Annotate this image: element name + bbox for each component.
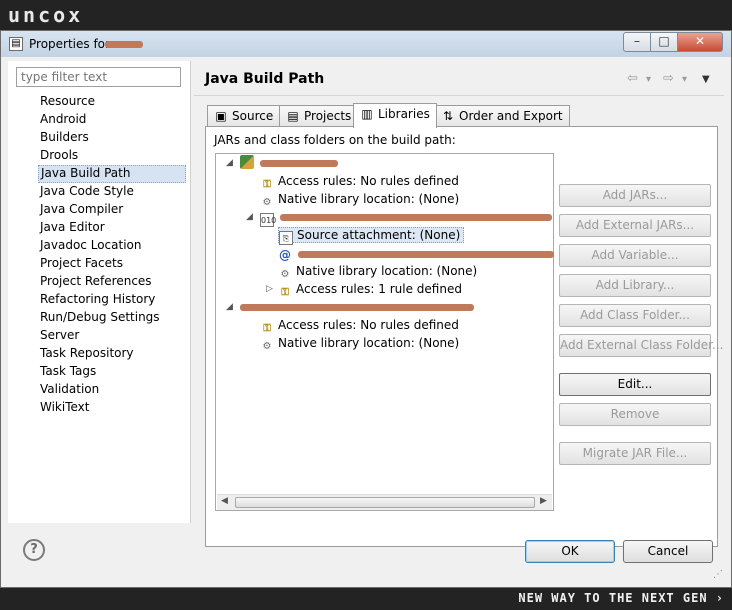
nav-item-wikitext[interactable]: WikiText <box>38 399 186 417</box>
scrollbar-thumb[interactable] <box>235 497 535 508</box>
nav-item-javadoc-location[interactable]: Javadoc Location <box>38 237 186 255</box>
expand-toggle-icon[interactable]: ▷ <box>266 284 276 294</box>
remove-button[interactable]: Remove <box>559 403 711 426</box>
add-jars-button[interactable]: Add JARs... <box>559 184 711 207</box>
tab-projects[interactable]: ▤ Projects <box>279 105 359 127</box>
horizontal-scrollbar[interactable]: ◀ ▶ <box>217 494 552 510</box>
property-page-list: Resource Android Builders Drools Java Bu… <box>38 93 186 417</box>
maximize-button[interactable]: □ <box>650 32 678 52</box>
collapse-toggle-icon[interactable]: ◢ <box>246 212 256 222</box>
header-divider <box>194 95 724 96</box>
panel-label: JARs and class folders on the build path… <box>214 133 456 147</box>
tree-item-native-library[interactable]: ⚙ Native library location: (None) <box>260 190 460 208</box>
nav-item-builders[interactable]: Builders <box>38 129 186 147</box>
nav-item-task-tags[interactable]: Task Tags <box>38 363 186 381</box>
tree-item-native-library-jar[interactable]: ⚙ Native library location: (None) <box>278 262 478 280</box>
tree-item-jar[interactable]: 010 <box>260 208 278 227</box>
selected-node: ⎘ Source attachment: (None) <box>278 227 465 245</box>
nav-item-java-compiler[interactable]: Java Compiler <box>38 201 186 219</box>
add-class-folder-button[interactable]: Add Class Folder... <box>559 304 711 327</box>
migrate-jar-button[interactable]: Migrate JAR File... <box>559 442 711 465</box>
banner-top <box>0 0 732 30</box>
add-library-button[interactable]: Add Library... <box>559 274 711 297</box>
redacted-library-name <box>240 304 474 311</box>
back-arrow-icon[interactable]: ⇦ <box>627 71 638 86</box>
tree-item-javadoc-location[interactable]: @ <box>278 244 296 262</box>
nav-item-android[interactable]: Android <box>38 111 186 129</box>
scroll-right-icon[interactable]: ▶ <box>540 496 547 506</box>
collapse-toggle-icon[interactable]: ◢ <box>226 302 236 312</box>
library-icon <box>240 155 254 169</box>
tab-libraries[interactable]: ▥ Libraries <box>353 103 437 128</box>
tab-source[interactable]: ▣ Source <box>207 105 281 127</box>
collapse-toggle-icon[interactable]: ◢ <box>226 158 236 168</box>
libraries-panel: JARs and class folders on the build path… <box>205 126 723 547</box>
nav-item-validation[interactable]: Validation <box>38 381 186 399</box>
source-attachment-icon: ⎘ <box>279 231 293 245</box>
tree-item-source-attachment[interactable]: ⎘ Source attachment: (None) <box>278 226 465 245</box>
nav-item-server[interactable]: Server <box>38 327 186 345</box>
resize-grip-icon[interactable]: ⋰ <box>713 569 723 580</box>
nav-item-java-editor[interactable]: Java Editor <box>38 219 186 237</box>
back-dropdown-icon[interactable]: ▾ <box>646 74 651 85</box>
tree-item-access-rules-jar[interactable]: ⚿ Access rules: 1 rule defined <box>278 280 462 298</box>
ok-button[interactable]: OK <box>525 540 615 563</box>
tree-item-library-1[interactable] <box>240 154 258 172</box>
tagline: NEW WAY TO THE NEXT GEN › <box>518 591 724 605</box>
view-menu-icon[interactable]: ▼ <box>702 74 710 85</box>
nav-item-run-debug-settings[interactable]: Run/Debug Settings <box>38 309 186 327</box>
nav-item-task-repository[interactable]: Task Repository <box>38 345 186 363</box>
minimize-button[interactable]: – <box>623 32 651 52</box>
tab-strip: ▣ Source ▤ Projects ▥ Libraries ⇅ Order and … <box>207 103 727 128</box>
nav-item-project-facets[interactable]: Project Facets <box>38 255 186 273</box>
redacted-project-name <box>105 41 143 48</box>
titlebar[interactable]: ▤ Properties for – □ ✕ <box>1 31 731 57</box>
close-button[interactable]: ✕ <box>677 32 723 52</box>
filter-input[interactable] <box>16 67 181 87</box>
nav-item-java-code-style[interactable]: Java Code Style <box>38 183 186 201</box>
help-icon[interactable]: ? <box>23 539 45 561</box>
nav-item-refactoring-history[interactable]: Refactoring History <box>38 291 186 309</box>
forward-dropdown-icon[interactable]: ▾ <box>682 74 687 85</box>
nav-item-project-references[interactable]: Project References <box>38 273 186 291</box>
edit-button[interactable]: Edit... <box>559 373 711 396</box>
access-rules-icon: ⚿ <box>281 287 289 298</box>
javadoc-icon: @ <box>279 248 291 262</box>
redacted-jar-name <box>280 214 552 221</box>
add-external-class-folder-button[interactable]: Add External Class Folder... <box>559 334 723 357</box>
native-library-icon: ⚙ <box>262 341 272 352</box>
redacted-javadoc-location <box>298 251 554 258</box>
property-page-tree: Resource Android Builders Drools Java Bu… <box>8 61 191 523</box>
add-external-jars-button[interactable]: Add External JARs... <box>559 214 711 237</box>
scroll-left-icon[interactable]: ◀ <box>221 496 228 506</box>
add-variable-button[interactable]: Add Variable... <box>559 244 711 267</box>
cancel-button[interactable]: Cancel <box>623 540 713 563</box>
uncox-logo: uncox <box>8 3 84 27</box>
library-tree[interactable]: ◢ ⚿ Access rules: No rules defined ⚙ Nativ… <box>215 153 554 511</box>
source-folder-icon: ▣ <box>215 109 227 123</box>
tree-item-access-rules-2[interactable]: ⚿ Access rules: No rules defined <box>260 316 459 334</box>
order-export-icon: ⇅ <box>442 109 454 123</box>
page-title: Java Build Path <box>205 71 325 87</box>
libraries-icon: ▥ <box>361 107 373 121</box>
window-title: Properties for <box>29 37 110 51</box>
nav-item-java-build-path[interactable]: Java Build Path <box>38 165 186 183</box>
redacted-library-name <box>260 160 338 167</box>
tree-item-access-rules[interactable]: ⚿ Access rules: No rules defined <box>260 172 459 190</box>
jar-file-icon: 010 <box>260 213 276 227</box>
tab-order-and-export[interactable]: ⇅ Order and Export <box>434 105 570 127</box>
nav-item-resource[interactable]: Resource <box>38 93 186 111</box>
properties-icon: ▤ <box>9 37 23 51</box>
tree-item-native-library-2[interactable]: ⚙ Native library location: (None) <box>260 334 460 352</box>
properties-dialog: ▤ Properties for – □ ✕ Resource Android … <box>0 30 732 588</box>
projects-icon: ▤ <box>287 109 299 123</box>
nav-item-drools[interactable]: Drools <box>38 147 186 165</box>
forward-arrow-icon[interactable]: ⇨ <box>663 71 674 86</box>
